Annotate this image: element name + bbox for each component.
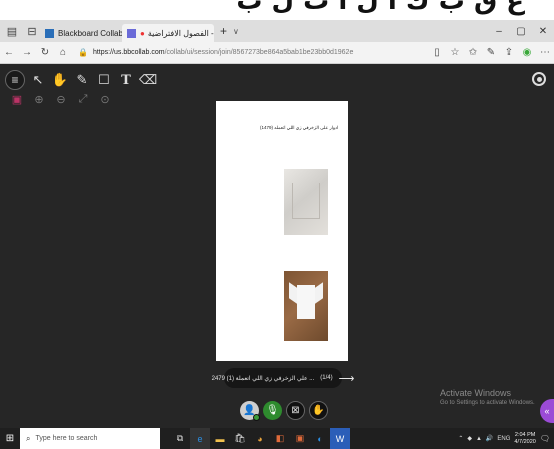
coat-shape <box>297 285 315 319</box>
system-tray: ⌃ ◆ ▲ 🔊 ENG 2:04 PM 4/7/2020 🗨 <box>458 432 554 446</box>
taskbar-search-box[interactable]: ⌕ Type here to search <box>20 428 160 449</box>
address-bar: ← → ↻ ⌂ 🔒 https://us.bbcollab.com /colla… <box>0 42 554 64</box>
forward-icon[interactable]: → <box>18 47 36 58</box>
tray-app-icon[interactable]: ◆ <box>467 435 472 442</box>
camera-icon[interactable]: ⊠ <box>286 401 305 420</box>
fit-page-icon[interactable]: ▣ <box>10 92 24 106</box>
search-icon: ⌕ <box>26 433 31 443</box>
url-host: https://us.bbcollab.com <box>92 49 165 56</box>
page-indicator: (1/4) <box>320 375 333 381</box>
tab-preview-icon[interactable]: ⊟ <box>24 23 40 39</box>
browser-tab-bar: ▤ ⊟ Blackboard Collaborate Ultr ● الفصول… <box>0 20 554 42</box>
clock-time: 2:04 PM <box>514 431 536 438</box>
minimize-button[interactable]: – <box>488 26 510 37</box>
lock-icon: 🔒 <box>78 48 88 57</box>
tab-label: الفصول الافتراضية - <box>147 28 214 38</box>
avatar-icon[interactable]: 👤 <box>240 401 260 421</box>
zoom-in-icon[interactable]: ⊕ <box>32 92 46 106</box>
tab-virtual-classes[interactable]: ● الفصول الافتراضية - ✕ <box>122 24 214 42</box>
recording-icon: ● <box>140 28 145 38</box>
hand-icon[interactable]: ✋ <box>51 71 69 89</box>
chrome-app-icon[interactable]: ◕ <box>250 428 270 449</box>
reading-view-icon[interactable]: ▯ <box>428 47 446 58</box>
collaborate-panel-button[interactable]: « <box>540 399 554 423</box>
more-options-icon[interactable]: ⋯ <box>536 47 554 58</box>
refresh-icon[interactable]: ↻ <box>36 47 54 58</box>
file-name: ... علي الزخرفي زي اللي اتعملة (1) 2479 <box>211 375 315 382</box>
search-placeholder: Type here to search <box>35 435 98 442</box>
annotation-toolbar: ≡ ↖ ✋ ✎ ☐ T ⌫ <box>5 69 157 91</box>
cropped-heading-strip: ع ق ب ك ا ل ا ت ل ب <box>0 0 554 20</box>
watermark-title: Activate Windows <box>440 388 512 398</box>
pattern-outline <box>292 183 320 219</box>
favorites-list-icon[interactable]: ✩ <box>464 47 482 58</box>
taskbar-clock[interactable]: 2:04 PM 4/7/2020 <box>514 432 535 446</box>
tab-label: Blackboard Collaborate Ultr <box>58 28 122 38</box>
window-controls: – ▢ ✕ <box>488 26 554 37</box>
menu-icon[interactable]: ≡ <box>5 70 25 90</box>
edge-app-icon[interactable]: e <box>190 428 210 449</box>
word-app-icon[interactable]: W <box>330 428 350 449</box>
maximize-button[interactable]: ▢ <box>510 26 532 37</box>
share-icon[interactable]: ⇪ <box>500 47 518 58</box>
tab-blackboard[interactable]: Blackboard Collaborate Ultr <box>40 24 122 42</box>
taskbar-apps: ⧉ e ▬ 🛍 ◕ ◧ ▣ ◐ W <box>170 428 350 449</box>
url-path: /collab/ui/session/join/8567273be864a5ba… <box>164 49 354 56</box>
network-icon[interactable]: ▲ <box>476 436 482 442</box>
exit-dot-icon <box>536 76 542 82</box>
new-tab-button[interactable]: + <box>220 24 227 38</box>
clock-date: 4/7/2020 <box>514 438 536 445</box>
document-title: ادوار على الزخرفي زي اللي اتعمله (1479) <box>260 125 339 130</box>
zoom-out-icon[interactable]: ⊖ <box>54 92 68 106</box>
powerpoint-app-icon[interactable]: ◧ <box>270 428 290 449</box>
store-app-icon[interactable]: 🛍 <box>230 428 250 449</box>
window-menu-icon[interactable]: ▤ <box>4 23 20 39</box>
activate-windows-watermark: Activate Windows Go to Settings to activ… <box>440 388 535 406</box>
zoom-reset-icon[interactable]: ⊙ <box>98 92 112 106</box>
home-icon[interactable]: ⌂ <box>54 47 72 58</box>
ie-app-icon[interactable]: ◐ <box>310 428 330 449</box>
next-page-arrow-icon[interactable]: ⟶ <box>339 372 355 385</box>
windows-taskbar: ⊞ ⌕ Type here to search ⧉ e ▬ 🛍 ◕ ◧ ▣ ◐ … <box>0 428 554 449</box>
eraser-icon[interactable]: ⌫ <box>139 71 157 89</box>
notifications-icon[interactable]: 🗨 <box>540 434 550 443</box>
language-indicator[interactable]: ENG <box>497 436 510 442</box>
white-coat-photo <box>284 271 328 341</box>
blackboard-favicon-icon <box>45 28 54 38</box>
watermark-subtitle: Go to Settings to activate Windows. <box>440 400 535 406</box>
pen-notes-icon[interactable]: ✎ <box>482 47 500 58</box>
square-icon[interactable]: ☐ <box>95 71 113 89</box>
text-icon[interactable]: T <box>117 71 135 89</box>
session-exit-button[interactable] <box>532 72 546 86</box>
volume-icon[interactable]: 🔊 <box>486 435 493 442</box>
close-window-button[interactable]: ✕ <box>532 26 554 37</box>
microphone-icon[interactable]: 🎙 <box>263 401 282 420</box>
url-field[interactable]: 🔒 https://us.bbcollab.com /collab/ui/ses… <box>78 48 420 57</box>
zoom-toolbar: ▣ ⊕ ⊖ ⤢ ⊙ <box>10 92 112 106</box>
tab-dropdown-icon[interactable]: ∨ <box>233 27 239 36</box>
virtual-class-favicon-icon <box>127 28 136 38</box>
task-view-icon[interactable]: ⧉ <box>170 428 190 449</box>
status-dot <box>253 414 260 421</box>
session-controls: 👤 🎙 ⊠ ✋ <box>240 401 328 421</box>
favorite-star-icon[interactable]: ☆ <box>446 47 464 58</box>
screen: ع ق ب ك ا ل ا ت ل ب ▤ ⊟ Blackboard Colla… <box>0 0 554 449</box>
shared-document-page: ادوار على الزخرفي زي اللي اتعمله (1479) <box>216 101 348 361</box>
back-icon[interactable]: ← <box>0 47 18 58</box>
file-navigation-pill[interactable]: ... علي الزخرفي زي اللي اتعملة (1) 2479 … <box>212 368 354 388</box>
file-explorer-icon[interactable]: ▬ <box>210 428 230 449</box>
tray-chevron-icon[interactable]: ⌃ <box>458 435 463 442</box>
pen-icon[interactable]: ✎ <box>73 71 91 89</box>
cropped-heading-glyphs: ع ق ب ك ا ل ا ت ل ب <box>236 0 524 16</box>
pattern-drawing-image <box>284 169 328 235</box>
fullscreen-icon[interactable]: ⤢ <box>76 92 90 106</box>
collaborate-app: ≡ ↖ ✋ ✎ ☐ T ⌫ ▣ ⊕ ⊖ ⤢ ⊙ ادوار على الزخرف… <box>0 64 554 428</box>
pointer-icon[interactable]: ↖ <box>29 71 47 89</box>
extension-icon[interactable]: ◉ <box>518 47 536 58</box>
windows-start-icon[interactable]: ⊞ <box>0 428 20 449</box>
raise-hand-icon[interactable]: ✋ <box>309 401 328 420</box>
media-app-icon[interactable]: ▣ <box>290 428 310 449</box>
